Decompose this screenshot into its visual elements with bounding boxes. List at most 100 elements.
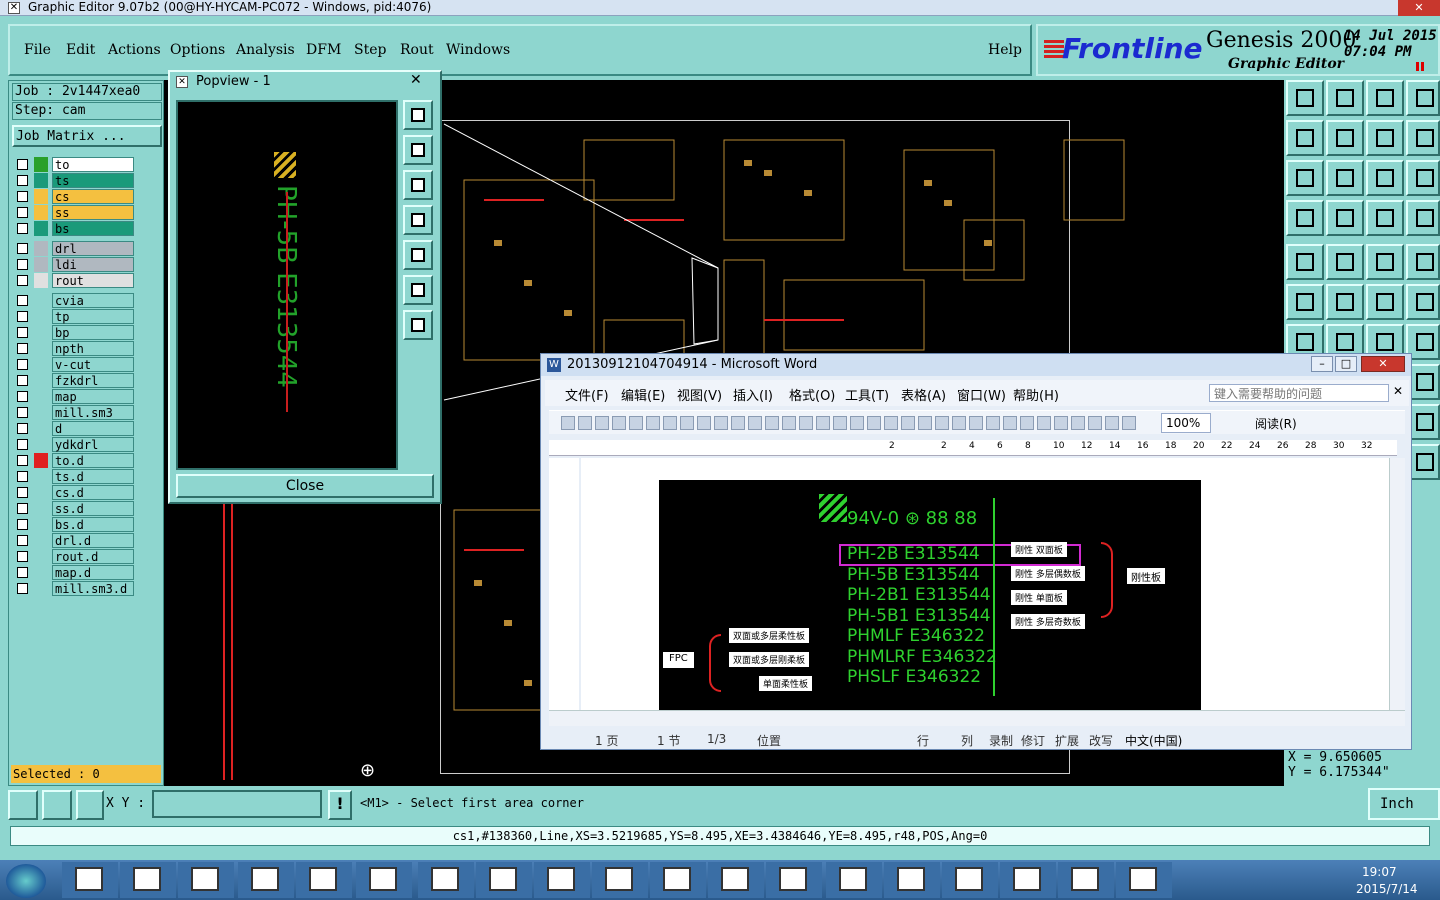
- job-matrix-button[interactable]: Job Matrix ...: [12, 125, 162, 147]
- tool-button-2-1[interactable]: [1326, 160, 1364, 196]
- layer-checkbox[interactable]: [17, 295, 28, 306]
- layer-checkbox[interactable]: [17, 327, 28, 338]
- layer-checkbox[interactable]: [17, 535, 28, 546]
- tool-button-2-0[interactable]: [1286, 160, 1324, 196]
- menu-windows[interactable]: Windows: [446, 42, 510, 58]
- word-toolbar-icon[interactable]: [1003, 416, 1017, 430]
- layer-row-v-cut[interactable]: v-cut: [14, 357, 134, 372]
- taskbar-app-button[interactable]: [178, 862, 234, 898]
- layer-checkbox[interactable]: [17, 375, 28, 386]
- layer-row-ss.d[interactable]: ss.d: [14, 501, 134, 516]
- taskbar-app-button[interactable]: [356, 862, 412, 898]
- taskbar-app-button[interactable]: [418, 862, 474, 898]
- tool-button-0-0[interactable]: [1286, 80, 1324, 116]
- layer-checkbox[interactable]: [17, 191, 28, 202]
- popview-close-button[interactable]: Close: [176, 474, 434, 498]
- layer-checkbox[interactable]: [17, 159, 28, 170]
- word-toolbar-icon[interactable]: [1020, 416, 1034, 430]
- layer-row-bp[interactable]: bp: [14, 325, 134, 340]
- status-trk[interactable]: 修订: [1021, 732, 1045, 749]
- tool-button-1-1[interactable]: [1326, 120, 1364, 156]
- word-toolbar-icon[interactable]: [731, 416, 745, 430]
- word-toolbar-icon[interactable]: [612, 416, 626, 430]
- layer-row-to.d[interactable]: to.d: [14, 453, 134, 468]
- tool-button-5-3[interactable]: [1406, 284, 1440, 320]
- popview-zoom-home-button[interactable]: [403, 100, 433, 130]
- layer-checkbox[interactable]: [17, 423, 28, 434]
- zoom-select[interactable]: 100%: [1161, 413, 1211, 433]
- layer-row-rout[interactable]: rout: [14, 273, 134, 288]
- tool-button-4-2[interactable]: [1366, 244, 1404, 280]
- tool-button-3-0[interactable]: [1286, 200, 1324, 236]
- layer-checkbox[interactable]: [17, 175, 28, 186]
- menu-dfm[interactable]: DFM: [306, 42, 341, 58]
- menu-actions[interactable]: Actions: [108, 42, 161, 58]
- tool-button-1-3[interactable]: [1406, 120, 1440, 156]
- menu-edit[interactable]: Edit: [66, 42, 95, 58]
- word-toolbar-icon[interactable]: [595, 416, 609, 430]
- layer-row-d[interactable]: d: [14, 421, 134, 436]
- word-toolbar-icon[interactable]: [748, 416, 762, 430]
- word-menu-item[interactable]: 插入(I): [733, 385, 773, 404]
- layer-checkbox[interactable]: [17, 519, 28, 530]
- word-help-search[interactable]: 键入需要帮助的问题: [1209, 384, 1389, 402]
- word-toolbar-icon[interactable]: [714, 416, 728, 430]
- layer-checkbox[interactable]: [17, 359, 28, 370]
- word-toolbar-icon[interactable]: [765, 416, 779, 430]
- tool-button-4-1[interactable]: [1326, 244, 1364, 280]
- layer-row-map.d[interactable]: map.d: [14, 565, 134, 580]
- word-toolbar-icon[interactable]: [697, 416, 711, 430]
- tool-button-5-0[interactable]: [1286, 284, 1324, 320]
- layer-row-cvia[interactable]: cvia: [14, 293, 134, 308]
- word-toolbar-icon[interactable]: [884, 416, 898, 430]
- taskbar-app-button[interactable]: [1116, 862, 1172, 898]
- word-menu-item[interactable]: 表格(A): [901, 385, 946, 404]
- word-toolbar-icon[interactable]: [833, 416, 847, 430]
- word-doc-close-icon[interactable]: ✕: [1393, 384, 1403, 398]
- layer-row-ss[interactable]: ss: [14, 205, 134, 220]
- cmd-tool-1[interactable]: [8, 790, 38, 820]
- word-toolbar-icon[interactable]: [918, 416, 932, 430]
- word-toolbar-icon[interactable]: [867, 416, 881, 430]
- taskbar-app-button[interactable]: [766, 862, 822, 898]
- xy-input[interactable]: [152, 790, 322, 818]
- popview-pan-left-button[interactable]: [403, 205, 433, 235]
- word-toolbar-icon[interactable]: [782, 416, 796, 430]
- word-toolbar-icon[interactable]: [561, 416, 575, 430]
- word-menu-item[interactable]: 帮助(H): [1013, 385, 1059, 404]
- word-minimize-button[interactable]: –: [1311, 356, 1333, 372]
- popview-close-icon[interactable]: ✕: [410, 72, 422, 88]
- taskbar-app-button[interactable]: [942, 862, 998, 898]
- layer-checkbox[interactable]: [17, 207, 28, 218]
- layer-checkbox[interactable]: [17, 407, 28, 418]
- word-menu-item[interactable]: 文件(F): [565, 385, 609, 404]
- layer-checkbox[interactable]: [17, 223, 28, 234]
- word-toolbar-icon[interactable]: [663, 416, 677, 430]
- menu-help[interactable]: Help: [988, 42, 1022, 58]
- taskbar-app-button[interactable]: [534, 862, 590, 898]
- vertical-scrollbar[interactable]: [1389, 458, 1405, 710]
- word-menu-item[interactable]: 编辑(E): [621, 385, 665, 404]
- word-toolbar-icon[interactable]: [935, 416, 949, 430]
- tool-button-2-2[interactable]: [1366, 160, 1404, 196]
- popview-zoom-in-button[interactable]: [403, 275, 433, 305]
- popview-zoom-out-button[interactable]: [403, 310, 433, 340]
- layer-row-ts.d[interactable]: ts.d: [14, 469, 134, 484]
- tool-button-1-0[interactable]: [1286, 120, 1324, 156]
- layer-row-mill.sm3[interactable]: mill.sm3: [14, 405, 134, 420]
- tool-button-3-2[interactable]: [1366, 200, 1404, 236]
- layer-checkbox[interactable]: [17, 259, 28, 270]
- layer-row-drl.d[interactable]: drl.d: [14, 533, 134, 548]
- layer-row-npth[interactable]: npth: [14, 341, 134, 356]
- taskbar-app-button[interactable]: [120, 862, 176, 898]
- tool-button-5-2[interactable]: [1366, 284, 1404, 320]
- taskbar-app-button[interactable]: [1058, 862, 1114, 898]
- layer-checkbox[interactable]: [17, 487, 28, 498]
- tool-button-3-3[interactable]: [1406, 200, 1440, 236]
- tool-button-5-1[interactable]: [1326, 284, 1364, 320]
- word-toolbar-icon[interactable]: [629, 416, 643, 430]
- word-menu-item[interactable]: 格式(O): [789, 385, 835, 404]
- menu-file[interactable]: File: [24, 42, 51, 58]
- word-toolbar-icon[interactable]: [986, 416, 1000, 430]
- layer-row-map[interactable]: map: [14, 389, 134, 404]
